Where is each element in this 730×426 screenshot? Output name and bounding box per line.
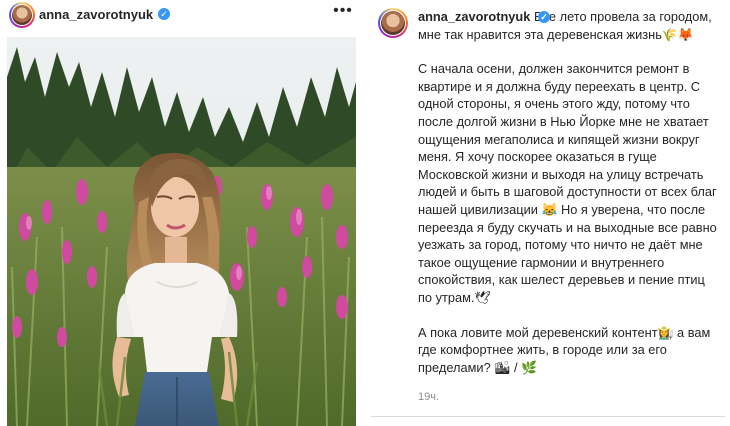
photo-illustration: [7, 37, 356, 426]
post-photo[interactable]: [7, 37, 356, 426]
post-header: anna_zavorotnyuk ✓ •••: [0, 0, 362, 30]
caption-username[interactable]: anna_zavorotnyuk: [418, 8, 530, 26]
verified-badge-icon: ✓: [158, 8, 170, 20]
post-timestamp[interactable]: 19ч.: [418, 391, 439, 403]
caption-verified-badge-icon: ✓: [538, 11, 550, 23]
caption-paragraph-1: anna_zavorotnyuk ✓ Все лето провела за г…: [418, 8, 718, 43]
caption-panel: anna_zavorotnyuk ✓ Все лето провела за г…: [367, 0, 725, 426]
caption-text: anna_zavorotnyuk ✓ Все лето провела за г…: [418, 8, 718, 393]
caption-paragraph-3: А пока ловите мой деревенский контент👩‍🌾…: [418, 324, 711, 375]
post-panel: anna_zavorotnyuk ✓ •••: [0, 0, 362, 426]
story-ring[interactable]: [9, 2, 35, 28]
more-options-icon[interactable]: •••: [330, 3, 356, 22]
caption-paragraph-2: С начала осени, должен закончится ремонт…: [418, 61, 717, 305]
post-username[interactable]: anna_zavorotnyuk: [39, 7, 153, 22]
caption-avatar-ring[interactable]: [378, 8, 408, 38]
divider: [371, 416, 725, 417]
caption-avatar[interactable]: [381, 11, 405, 35]
avatar[interactable]: [12, 5, 32, 25]
